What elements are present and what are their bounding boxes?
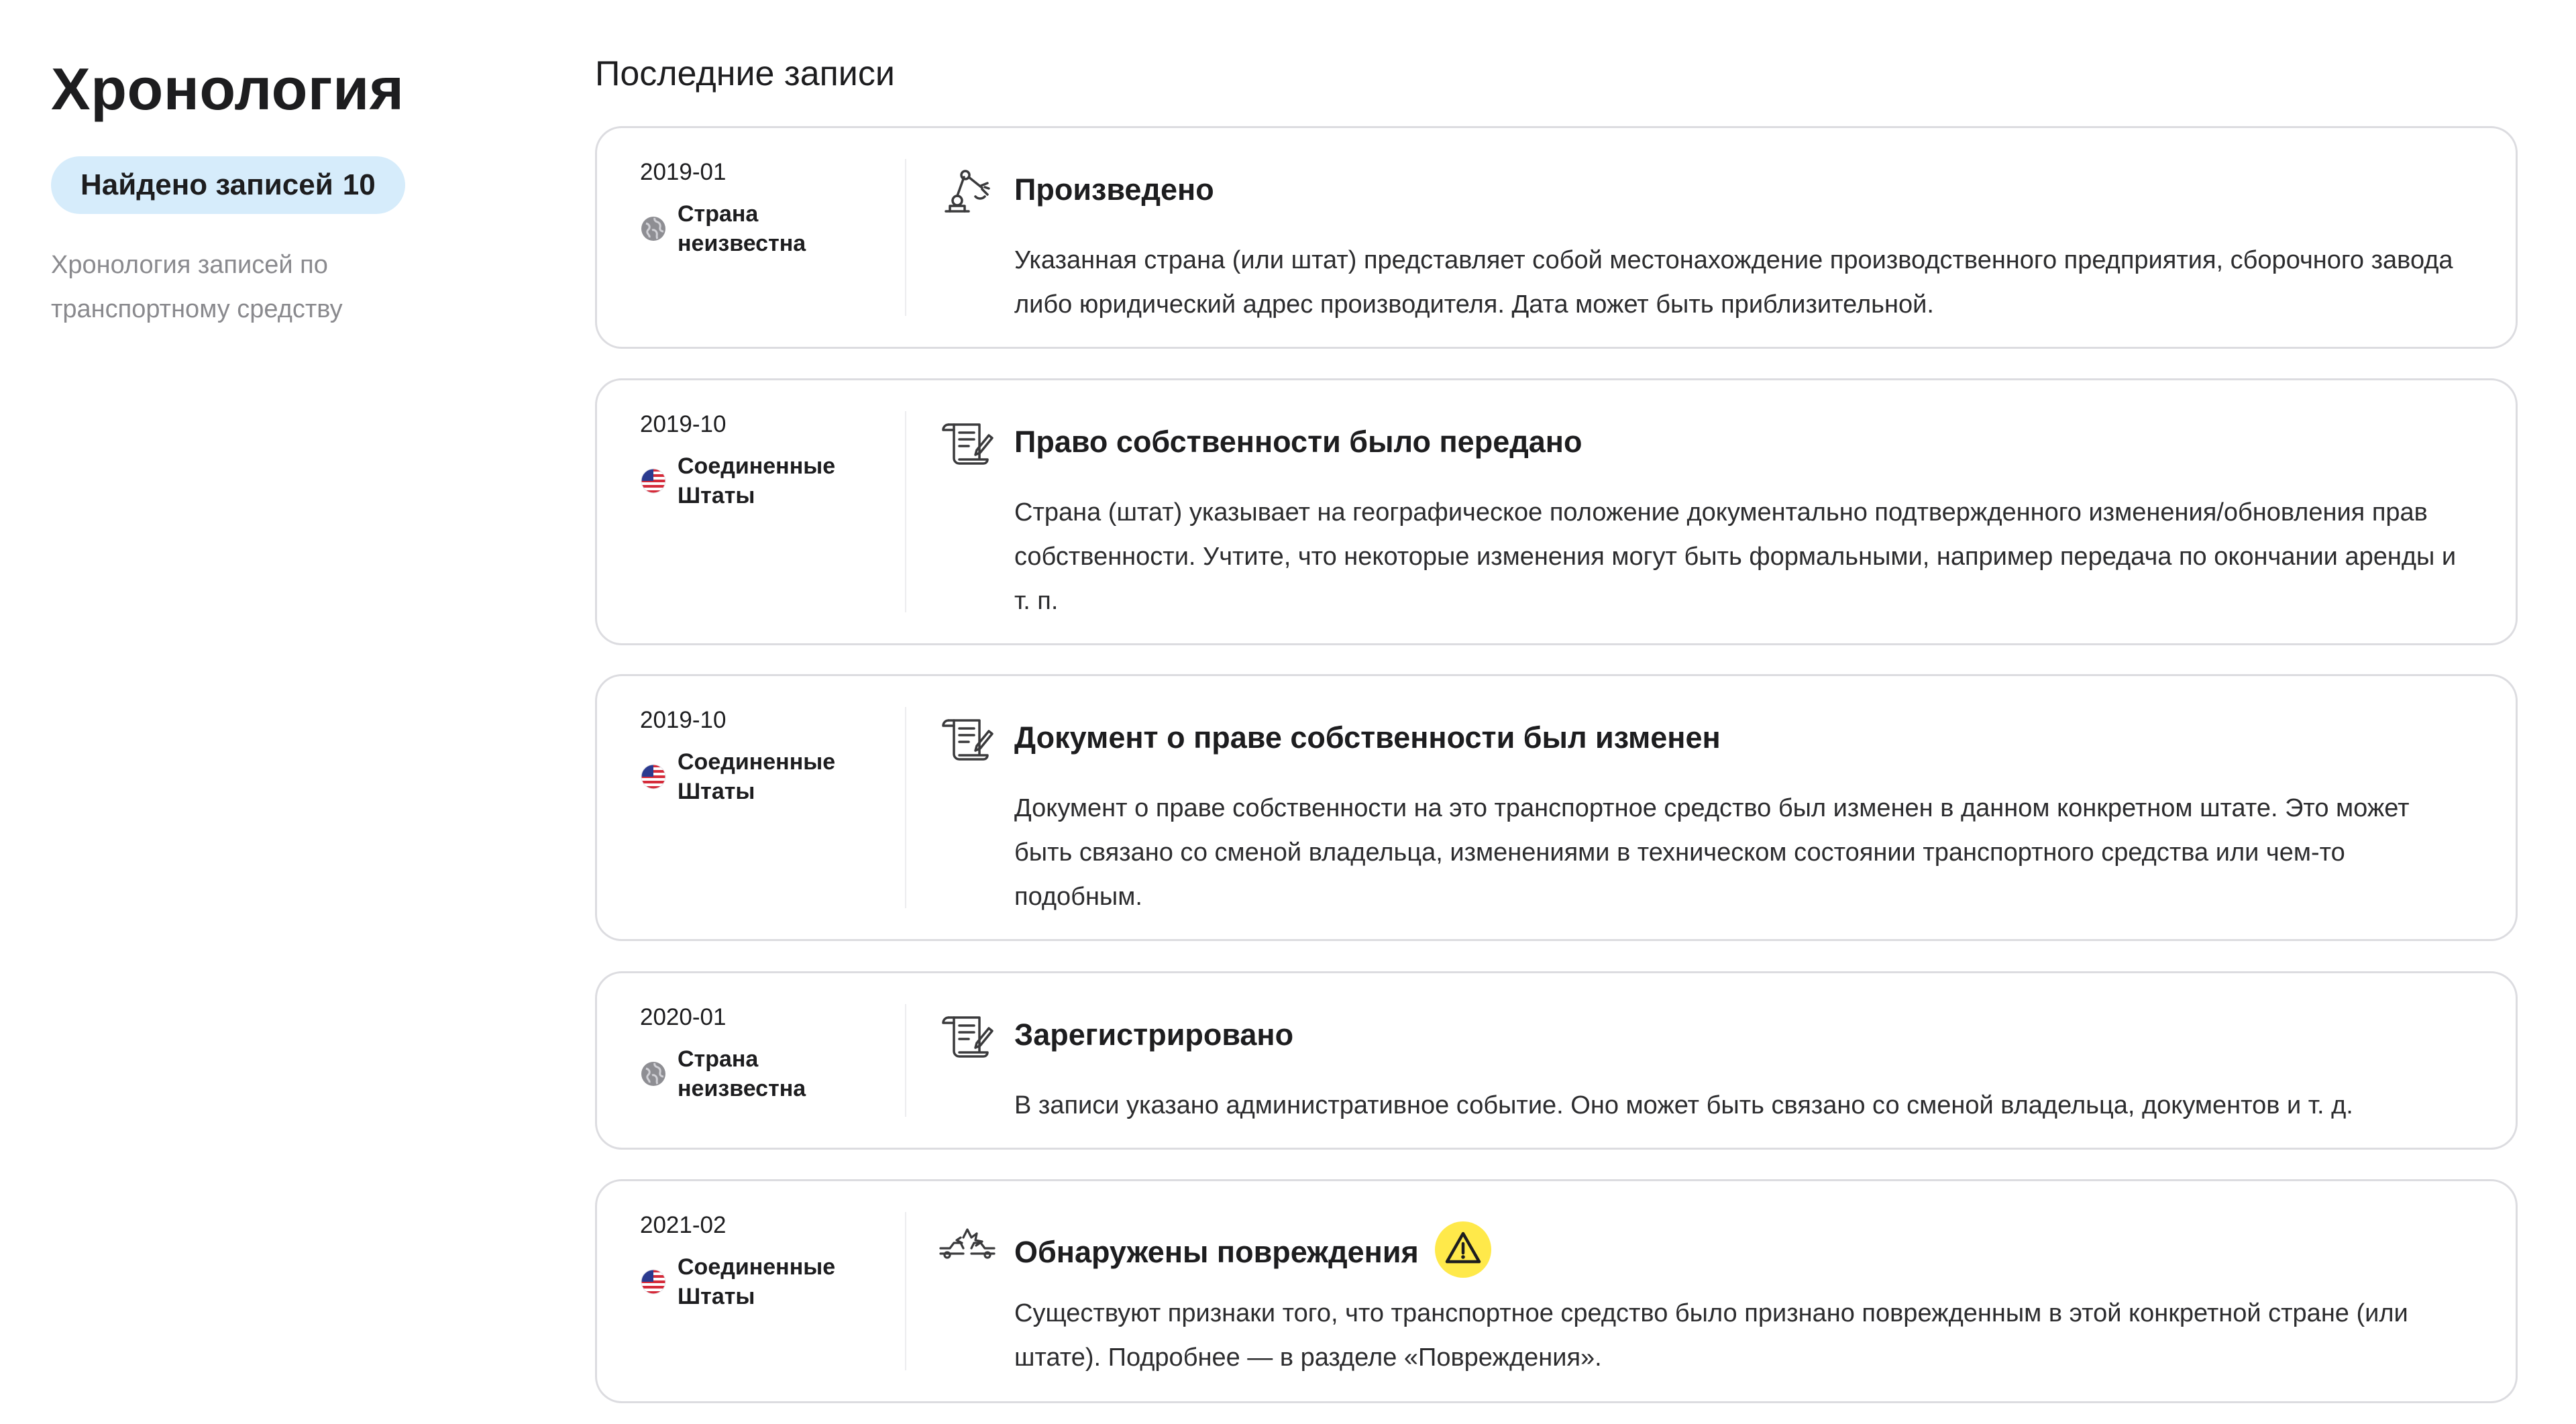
- document-scroll-icon: [939, 419, 996, 466]
- record-title-text: Произведено: [1014, 172, 1214, 207]
- record-card: 2019-10 Соединенные Штаты Право собствен…: [595, 378, 2518, 645]
- record-country-name: Соединенные Штаты: [678, 453, 836, 508]
- record-title-text: Право собственности было передано: [1014, 425, 1582, 459]
- document-scroll-icon: [939, 1012, 996, 1059]
- record-divider: [905, 411, 906, 612]
- page-title: Хронология: [51, 56, 405, 122]
- record-title: Право собственности было передано: [1014, 425, 1582, 459]
- record-country: Соединенные Штаты: [640, 451, 895, 510]
- record-date: 2019-01: [640, 159, 727, 185]
- record-country-name: Соединенные Штаты: [678, 1254, 836, 1309]
- record-divider: [905, 159, 906, 316]
- sidebar-description: Хронология записей по транспортному сред…: [51, 251, 343, 323]
- us-flag-icon: [640, 1268, 667, 1295]
- record-description: Документ о праве собственности на это тр…: [1014, 794, 2410, 911]
- record-meta: 2019-10 Соединенные Штаты: [640, 410, 895, 510]
- record-country: Страна неизвестна: [640, 199, 895, 258]
- record-card: 2020-01 Страна неизвестна Зарегистрирова…: [595, 971, 2518, 1150]
- record-divider: [905, 1212, 906, 1370]
- globe-icon: [640, 1060, 667, 1087]
- record-meta: 2021-02 Соединенные Штаты: [640, 1211, 895, 1311]
- section-title: Последние записи: [595, 54, 895, 93]
- warning-icon[interactable]: [1434, 1220, 1493, 1279]
- record-date: 2019-10: [640, 411, 727, 437]
- record-description: Страна (штат) указывает на географическо…: [1014, 498, 2457, 615]
- record-date: 2021-02: [640, 1212, 727, 1238]
- records-found-badge: Найдено записей 10: [51, 156, 405, 214]
- record-country-name: Страна неизвестна: [678, 201, 806, 256]
- record-title: Зарегистрировано: [1014, 1018, 1293, 1052]
- record-country-name: Соединенные Штаты: [678, 749, 836, 804]
- record-title: Произведено: [1014, 172, 1214, 207]
- record-meta: 2020-01 Страна неизвестна: [640, 1003, 895, 1103]
- records-found-label: Найдено записей: [80, 168, 333, 201]
- record-meta: 2019-01 Страна неизвестна: [640, 158, 895, 258]
- record-country: Соединенные Штаты: [640, 747, 895, 806]
- car-crash-icon: [939, 1220, 996, 1267]
- robot-arm-icon: [939, 167, 996, 214]
- record-description: Указанная страна (или штат) представляет…: [1014, 246, 2453, 319]
- record-title-text: Зарегистрировано: [1014, 1018, 1294, 1052]
- record-title: Обнаружены повреждения: [1014, 1221, 1493, 1279]
- record-date: 2020-01: [640, 1004, 727, 1030]
- record-country: Страна неизвестна: [640, 1044, 895, 1103]
- record-divider: [905, 707, 906, 908]
- record-card: 2021-02 Соединенные Штаты Обнаружены пов…: [595, 1179, 2518, 1403]
- record-meta: 2019-10 Соединенные Штаты: [640, 706, 895, 806]
- record-description: Существуют признаки того, что транспортн…: [1014, 1299, 2408, 1372]
- record-title-text: Документ о праве собственности был измен…: [1014, 720, 1721, 755]
- record-country: Соединенные Штаты: [640, 1252, 895, 1311]
- record-country-name: Страна неизвестна: [678, 1046, 806, 1101]
- us-flag-icon: [640, 468, 667, 494]
- record-description: В записи указано административное событи…: [1014, 1091, 2353, 1119]
- document-scroll-icon: [939, 715, 996, 762]
- record-date: 2019-10: [640, 707, 727, 733]
- us-flag-icon: [640, 763, 667, 790]
- record-card: 2019-01 Страна неизвестна Произведено Ук…: [595, 126, 2518, 349]
- record-divider: [905, 1004, 906, 1117]
- globe-icon: [640, 215, 667, 242]
- record-title: Документ о праве собственности был измен…: [1014, 720, 1721, 755]
- records-found-count: 10: [342, 168, 376, 201]
- record-card: 2019-10 Соединенные Штаты Документ о пра…: [595, 674, 2518, 941]
- record-title-text: Обнаружены повреждения: [1014, 1235, 1419, 1269]
